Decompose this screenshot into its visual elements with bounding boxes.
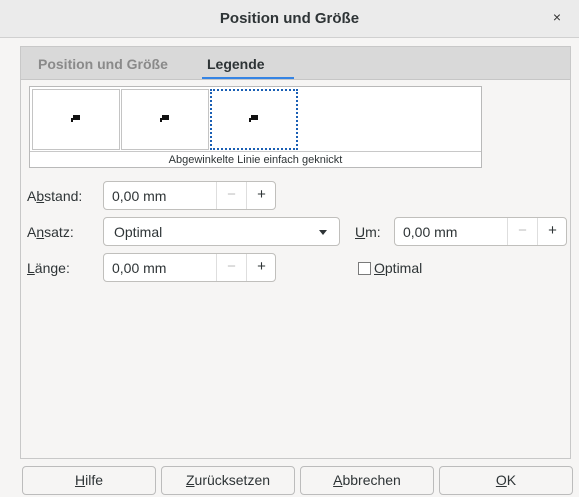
tab-legende[interactable]: Legende	[207, 56, 265, 72]
reset-button[interactable]: Zurücksetzen	[161, 466, 295, 495]
um-increment-button[interactable]: +	[537, 218, 567, 245]
dialog-title: Position und Größe	[219, 10, 360, 27]
title-bar: Position und Größe ×	[0, 0, 579, 38]
um-input[interactable]	[403, 224, 503, 240]
callout-style-tile-1[interactable]	[32, 89, 120, 150]
cancel-button[interactable]: Abbrechen	[300, 466, 434, 495]
laenge-spinfield: − +	[103, 253, 276, 282]
optimal-checkbox[interactable]	[358, 262, 371, 275]
help-button[interactable]: Hilfe	[22, 466, 156, 495]
optimal-checkbox-label[interactable]: Optimal	[374, 260, 422, 276]
tab-position-und-groesse[interactable]: Position und Größe	[38, 56, 168, 72]
um-decrement-button[interactable]: −	[507, 218, 537, 245]
um-spinfield: − +	[394, 217, 567, 246]
ansatz-selected-value: Optimal	[114, 224, 163, 240]
callout-style-selector: Abgewinkelte Linie einfach geknickt	[29, 86, 482, 168]
tab-bar: Position und Größe Legende	[21, 47, 570, 80]
abstand-spinfield: − +	[103, 181, 276, 210]
abstand-input[interactable]	[112, 188, 212, 204]
callout-line-icon	[71, 115, 81, 123]
callout-line-icon	[160, 115, 170, 123]
ansatz-label: Ansatz:	[27, 224, 74, 240]
laenge-input[interactable]	[112, 260, 212, 276]
chevron-down-icon	[319, 230, 327, 235]
callout-style-tile-2[interactable]	[121, 89, 209, 150]
um-label: Um:	[355, 224, 381, 240]
callout-style-tile-3[interactable]	[210, 89, 298, 150]
callout-line-icon	[249, 115, 259, 123]
ansatz-dropdown[interactable]: Optimal	[103, 217, 340, 246]
abstand-increment-button[interactable]: +	[246, 182, 276, 209]
abstand-decrement-button[interactable]: −	[216, 182, 246, 209]
close-icon[interactable]: ×	[549, 9, 565, 27]
abstand-label: Abstand:	[27, 188, 83, 204]
laenge-increment-button[interactable]: +	[246, 254, 276, 281]
laenge-label: Länge:	[27, 260, 70, 276]
callout-style-caption: Abgewinkelte Linie einfach geknickt	[30, 151, 481, 168]
ok-button[interactable]: OK	[439, 466, 573, 495]
laenge-decrement-button[interactable]: −	[216, 254, 246, 281]
active-tab-indicator	[202, 77, 294, 79]
